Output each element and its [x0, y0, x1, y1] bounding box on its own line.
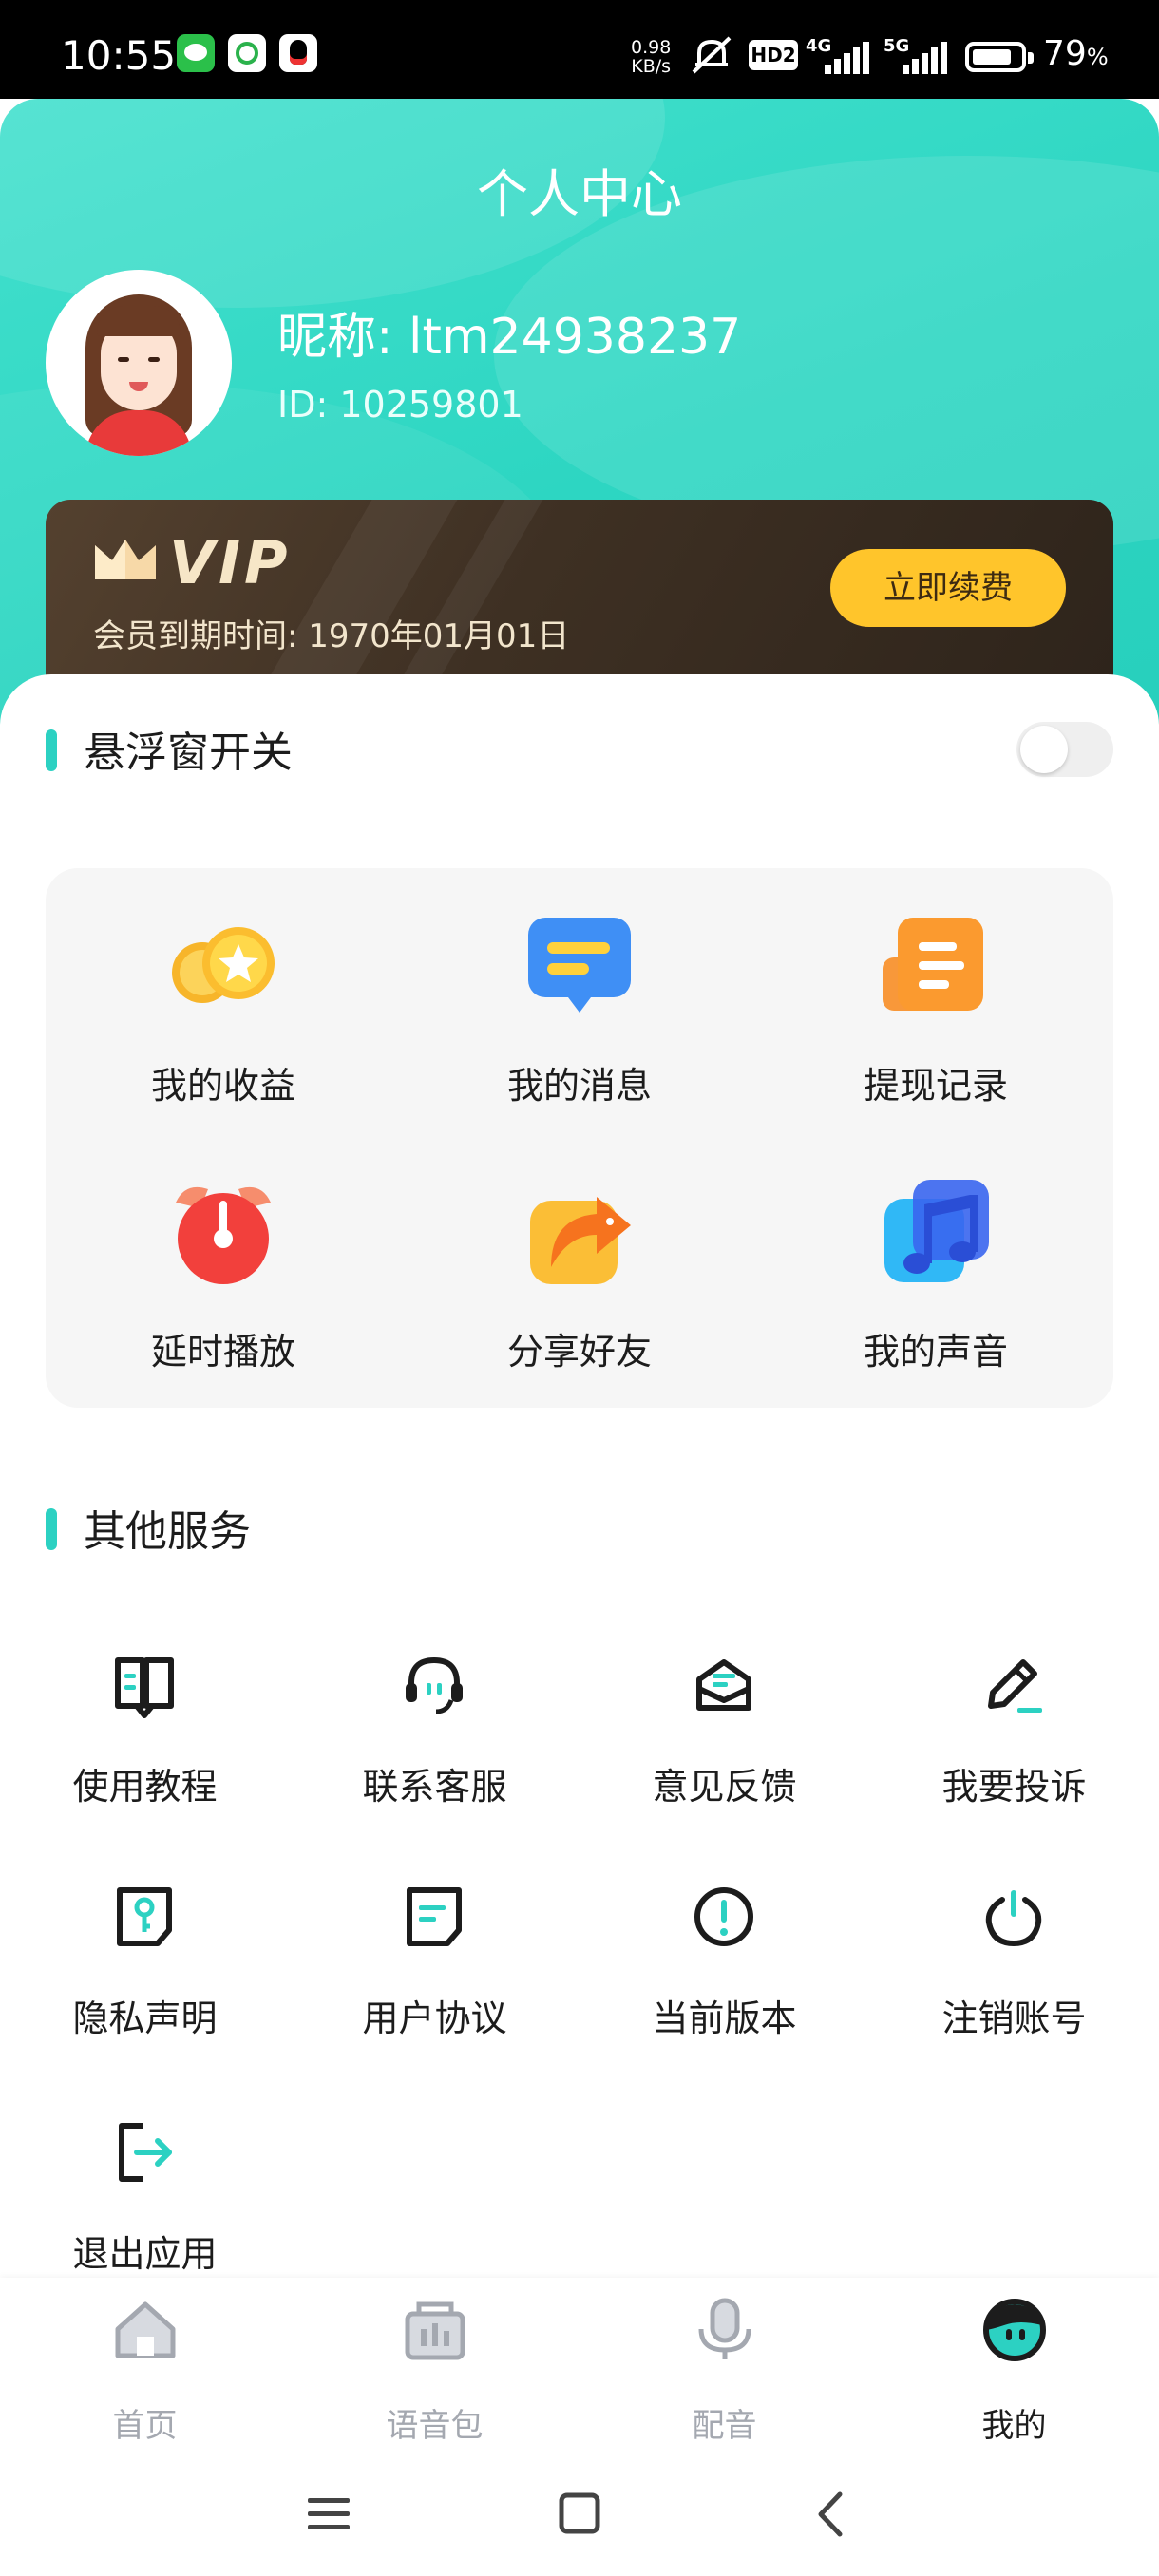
signal-4g: 4G	[806, 36, 872, 74]
feature-grid: 我的收益 我的消息 提现记录 延时播放 分享好友 我的声音	[46, 868, 1113, 1408]
signal-5g: 5G	[884, 36, 950, 74]
mail-icon	[696, 1659, 751, 1711]
nav-mine[interactable]: 我的	[869, 2297, 1159, 2445]
vip-badge: VIP	[169, 528, 292, 597]
swirl-app-icon	[228, 34, 266, 72]
feature-my-voice[interactable]: 我的声音	[758, 1134, 1113, 1381]
mute-bell-icon	[692, 36, 732, 74]
toggle-knob	[1020, 726, 1068, 773]
service-privacy[interactable]: 隐私声明	[0, 1883, 290, 2073]
system-navigation-bar	[0, 2449, 1159, 2576]
power-icon	[985, 1890, 1042, 1947]
service-tutorial[interactable]: 使用教程	[0, 1651, 290, 1841]
share-icon	[530, 1197, 631, 1284]
nickname: 昵称: ltm24938237	[277, 309, 742, 366]
feature-label: 我的声音	[863, 1331, 1008, 1373]
feature-delayed-play[interactable]: 延时播放	[46, 1134, 401, 1381]
logout-icon	[119, 2123, 172, 2182]
key-icon	[117, 1887, 172, 1946]
service-label: 意见反馈	[652, 1766, 797, 1808]
wechat-icon	[177, 34, 215, 72]
profile-face-icon	[983, 2299, 1046, 2361]
network-speed-value: 0.98	[631, 37, 672, 58]
service-label: 我要投诉	[941, 1766, 1087, 1808]
feature-label: 延时播放	[150, 1331, 295, 1373]
service-label: 使用教程	[72, 1766, 218, 1808]
service-label: 用户协议	[362, 1998, 507, 2039]
network-speed: 0.98 KB/s	[631, 38, 671, 76]
user-id: ID: 10259801	[277, 384, 523, 426]
home-icon	[115, 2301, 176, 2358]
renew-button[interactable]: 立即续费	[830, 549, 1066, 627]
service-label: 退出应用	[72, 2233, 218, 2275]
nav-label: 语音包	[386, 2407, 484, 2445]
nav-label: 配音	[692, 2407, 757, 2445]
service-label: 当前版本	[652, 1998, 797, 2039]
pen-icon	[988, 1659, 1042, 1713]
nav-dubbing[interactable]: 配音	[580, 2297, 869, 2445]
feature-label: 提现记录	[863, 1065, 1008, 1107]
service-user-agreement[interactable]: 用户协议	[290, 1883, 580, 2073]
status-bar: 10:55 0.98 KB/s HD2 4G 5G 79%	[0, 0, 1159, 99]
music-note-icon	[884, 1180, 989, 1282]
document-icon	[883, 918, 983, 1011]
nav-voice-pack[interactable]: 语音包	[290, 2297, 580, 2445]
service-feedback[interactable]: 意见反馈	[580, 1651, 869, 1841]
network-speed-unit: KB/s	[631, 56, 672, 77]
service-delete-account[interactable]: 注销账号	[869, 1883, 1159, 2073]
microphone-icon	[698, 2298, 751, 2359]
status-time: 10:55	[61, 32, 177, 79]
nav-home[interactable]: 首页	[0, 2297, 290, 2445]
nav-label: 首页	[112, 2407, 178, 2445]
crown-icon	[95, 540, 156, 579]
nav-label: 我的	[981, 2407, 1047, 2445]
qq-icon	[279, 34, 317, 72]
vip-card: VIP 会员到期时间: 1970年01月01日 立即续费	[46, 500, 1113, 690]
app-screen: 10:55 0.98 KB/s HD2 4G 5G 79% 个人中心 昵称: l…	[0, 0, 1159, 2576]
feature-label: 分享好友	[506, 1331, 652, 1373]
service-current-version[interactable]: 当前版本	[580, 1883, 869, 2073]
page-title: 个人中心	[477, 164, 682, 224]
bottom-nav: 首页 语音包 配音 我的	[0, 2278, 1159, 2449]
feature-share-friends[interactable]: 分享好友	[402, 1134, 757, 1381]
book-icon	[115, 1657, 174, 1718]
message-icon	[528, 918, 631, 1013]
battery-percent: 79%	[1043, 34, 1109, 73]
floating-window-toggle[interactable]	[1016, 722, 1113, 777]
hd-voice-badge: HD2	[749, 40, 798, 70]
avatar[interactable]	[46, 270, 232, 456]
battery-icon	[965, 42, 1034, 72]
feature-withdraw-records[interactable]: 提现记录	[758, 868, 1113, 1115]
back-icon[interactable]	[804, 2491, 861, 2538]
headset-icon	[406, 1657, 463, 1714]
agreement-icon	[407, 1887, 462, 1946]
service-label: 注销账号	[941, 1998, 1087, 2039]
service-label: 联系客服	[362, 1766, 507, 1808]
home-square-icon[interactable]	[551, 2491, 608, 2538]
feature-label: 我的消息	[506, 1065, 652, 1107]
service-complaint[interactable]: 我要投诉	[869, 1651, 1159, 1841]
voice-pack-icon	[405, 2301, 466, 2360]
feature-earnings[interactable]: 我的收益	[46, 868, 401, 1115]
service-customer-support[interactable]: 联系客服	[290, 1651, 580, 1841]
alarm-clock-icon	[176, 1186, 271, 1284]
coins-icon	[172, 927, 275, 1003]
content-sheet: 悬浮窗开关 我的收益 我的消息 提现记录 延时播放 分享好友 我的声音 其他服务…	[0, 674, 1159, 2289]
info-icon	[694, 1887, 753, 1946]
feature-messages[interactable]: 我的消息	[402, 868, 757, 1115]
feature-label: 我的收益	[150, 1065, 295, 1107]
menu-icon[interactable]	[300, 2491, 357, 2538]
vip-expire-text: 会员到期时间: 1970年01月01日	[93, 617, 570, 655]
service-label: 隐私声明	[72, 1998, 218, 2039]
